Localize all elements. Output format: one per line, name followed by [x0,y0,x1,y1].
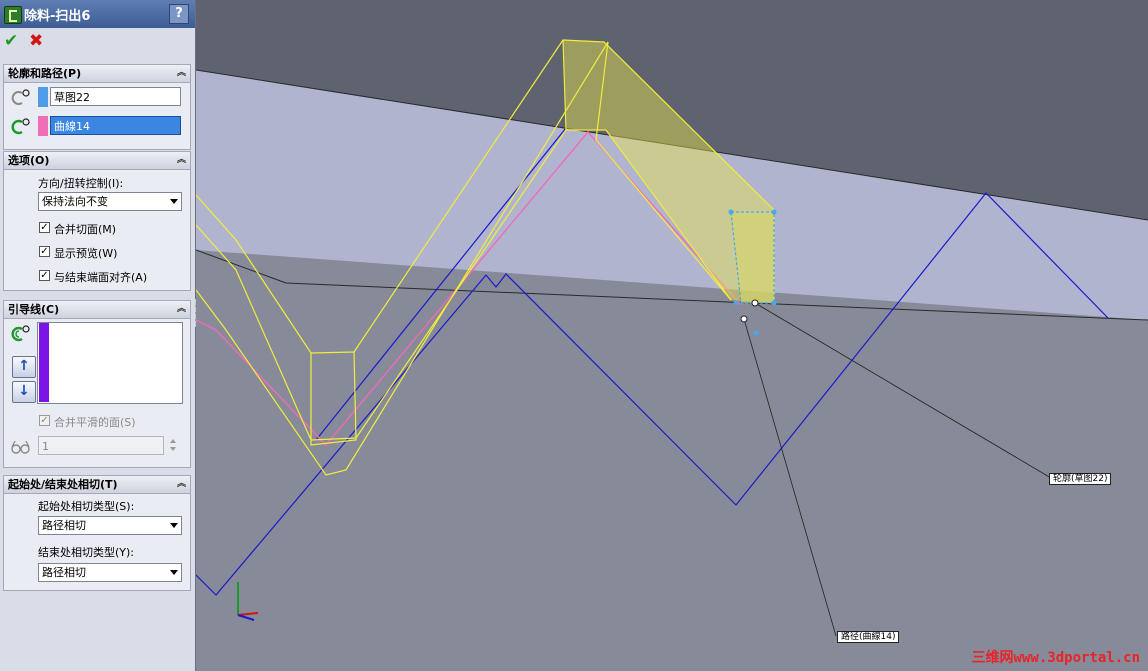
end-tangency-select[interactable]: 路径相切 [38,563,182,582]
tangency-group: 起始处/结束处相切(T) ︽ 起始处相切类型(S): 路径相切 结束处相切类型(… [3,475,191,591]
path-field[interactable]: 曲線14 [50,116,181,135]
glasses-icon [11,440,30,454]
collapse-icon[interactable]: ︽ [177,301,186,318]
path-callout-tag[interactable]: 路径(曲線14) [837,631,900,643]
align-end-checkbox[interactable]: ✓ [39,270,50,281]
options-title: 选项(O) [8,154,50,167]
chevron-down-icon [170,570,178,575]
profile-field[interactable]: 草图22 [50,87,181,106]
property-manager-panel: 除料-扫出6 ? ✔ ✖ 轮廓和路径(P) ︽ 草图22 曲線14 选项(O) … [0,0,196,671]
tangency-header[interactable]: 起始处/结束处相切(T) ︽ [4,476,190,494]
profile-vertex[interactable] [728,209,734,215]
graphics-viewport[interactable]: 轮廓(草图22) 路径(曲線14) 三维网www.3dportal.cn [196,0,1148,671]
path-color-swatch [38,116,48,136]
guide-color-swatch [39,323,49,402]
start-tangency-select[interactable]: 路径相切 [38,516,182,535]
show-preview-label: 显示预览(W) [54,247,118,260]
profile-color-swatch [38,87,48,107]
align-end-label: 与结束端面对齐(A) [54,271,148,284]
guide-curve-icon [11,325,30,342]
profile-path-group: 轮廓和路径(P) ︽ 草图22 曲線14 [3,64,191,150]
spin-up-icon [170,439,176,443]
profile-icon [11,89,30,105]
chevron-down-icon [170,199,178,204]
options-header[interactable]: 选项(O) ︽ [4,152,190,170]
tangency-title: 起始处/结束处相切(T) [8,478,118,491]
help-button[interactable]: ? [169,4,189,24]
ok-button[interactable]: ✔ [4,32,22,50]
move-up-button[interactable]: ↑ [12,356,36,378]
feature-title: 除料-扫出6 [24,9,91,24]
collapse-icon[interactable]: ︽ [177,476,186,493]
profile-anchor[interactable] [751,299,759,307]
merge-tangent-label: 合并切面(M) [54,223,117,236]
profile-path-title: 轮廓和路径(P) [8,67,82,80]
orientation-label: 方向/扭转控制(I): [38,177,124,190]
spin-down-icon [170,447,176,451]
collapse-icon[interactable]: ︽ [177,65,186,82]
guide-count-field[interactable]: 1 [38,436,164,455]
spin-stepper[interactable] [167,436,179,455]
merge-tangent-checkbox[interactable]: ✓ [39,222,50,233]
guide-curves-header[interactable]: 引导线(C) ︽ [4,301,190,319]
options-group: 选项(O) ︽ 方向/扭转控制(I): 保持法向不变 ✓ 合并切面(M) ✓ 显… [3,151,191,291]
start-tangency-label: 起始处相切类型(S): [38,500,135,513]
merge-smooth-label: 合并平滑的面(S) [54,416,136,429]
path-icon [11,118,30,135]
guide-curves-title: 引导线(C) [8,303,60,316]
end-tangency-value: 路径相切 [42,566,86,579]
profile-vertex[interactable] [771,300,777,306]
chevron-down-icon [170,523,178,528]
merge-smooth-checkbox[interactable]: ✓ [39,415,50,426]
profile-callout-tag[interactable]: 轮廓(草图22) [1049,473,1112,485]
cut-sweep-icon [4,6,22,24]
watermark: 三维网www.3dportal.cn [971,650,1140,666]
orientation-value: 保持法向不变 [42,195,108,208]
collapse-icon[interactable]: ︽ [177,152,186,169]
guide-curves-list[interactable] [37,322,183,404]
show-preview-checkbox[interactable]: ✓ [39,246,50,257]
profile-vertex[interactable] [753,330,759,336]
model-canvas[interactable] [196,0,1148,671]
cancel-button[interactable]: ✖ [29,32,47,50]
orientation-select[interactable]: 保持法向不变 [38,192,182,211]
end-tangency-label: 结束处相切类型(Y): [38,546,135,559]
start-tangency-value: 路径相切 [42,519,86,532]
path-anchor[interactable] [740,315,748,323]
profile-vertex[interactable] [771,209,777,215]
profile-path-header[interactable]: 轮廓和路径(P) ︽ [4,65,190,83]
profile-vertex[interactable] [733,300,739,306]
title-bar: 除料-扫出6 ? [0,0,195,28]
move-down-button[interactable]: ↓ [12,381,36,403]
